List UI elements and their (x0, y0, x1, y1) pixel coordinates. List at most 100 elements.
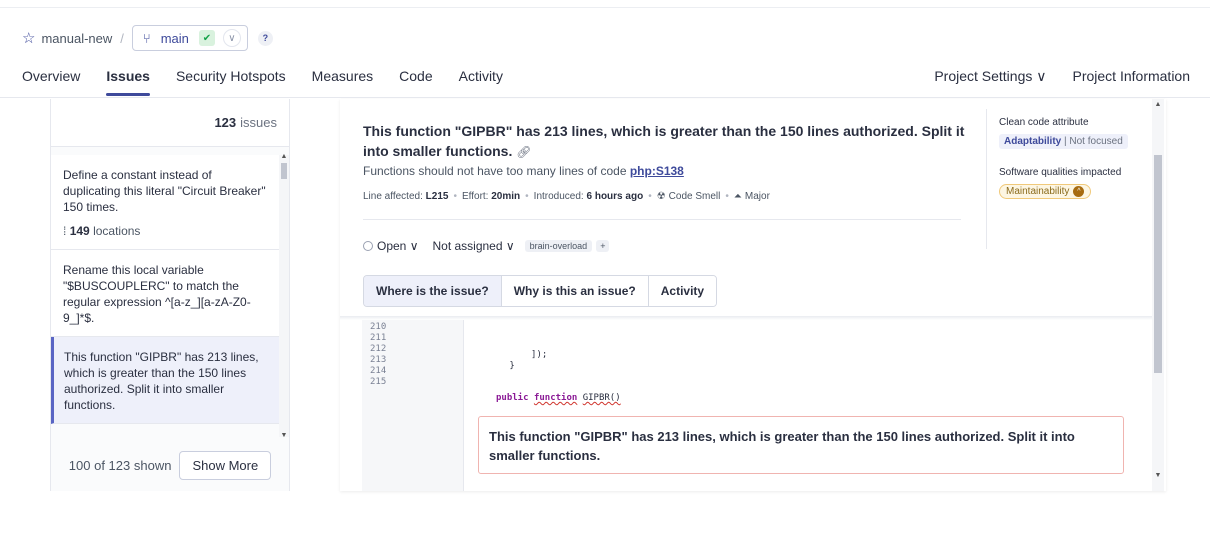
software-quality: Maintainability (1006, 186, 1070, 197)
divider-vertical (986, 109, 987, 249)
meta-separator: • (648, 191, 652, 202)
software-quality-badge[interactable]: Maintainability ^ (999, 184, 1092, 199)
line-number: 214 (370, 366, 387, 376)
detail-scrollbar[interactable]: ▲ ▼ (1152, 99, 1164, 491)
issue-meta: Line affected: L215 • Effort: 20min • In… (363, 191, 770, 202)
issue-message: This function "GIPBR" has 213 lines, whi… (64, 350, 259, 412)
line-value: L215 (425, 191, 449, 202)
chevron-down-icon[interactable]: ∨ (406, 239, 419, 253)
tab-overview[interactable]: Overview (0, 62, 93, 98)
issue-locations[interactable]: ⁞ 149 locations (63, 223, 267, 239)
branch-name: main (160, 30, 189, 46)
add-tag-button[interactable]: + (596, 240, 610, 252)
check-icon: ✔ (198, 30, 215, 46)
locations-icon: ⁞ (63, 224, 67, 238)
issue-title: This function "GIPBR" has 213 lines, whi… (363, 121, 993, 162)
clean-code-attribute-badge[interactable]: Adaptability | Not focused (999, 134, 1128, 149)
introduced-value: 6 hours ago (586, 191, 644, 202)
project-settings-menu[interactable]: Project Settings ∨ (908, 62, 1046, 98)
severity-medium-icon: ^ (1073, 186, 1085, 197)
scroll-thumb[interactable] (281, 163, 287, 179)
branch-selector[interactable]: ⑂ main ✔ ∨ (131, 25, 248, 51)
software-qualities-label: Software qualities impacted (999, 167, 1122, 178)
shown-count: 100 of 123 shown (68, 457, 172, 473)
breadcrumb-separator: / (120, 30, 124, 46)
status-dropdown[interactable]: Open (377, 239, 406, 253)
issue-list-panel: 123 issues Define a constant instead of … (50, 99, 290, 491)
project-nav: Overview Issues Security Hotspots Measur… (0, 62, 1210, 98)
code-viewer: 210 211 212 213 214 215 ]); } public fun… (340, 320, 1152, 491)
issue-severity: Major (744, 191, 770, 202)
issue-list-footer: 100 of 123 shown Show More (51, 439, 289, 491)
issue-message: Rename this local variable "$BUSCOUPLERC… (63, 263, 251, 325)
list-item[interactable]: Rename this local variable "$BUSCOUPLERC… (51, 250, 279, 337)
status-circle-icon (363, 241, 373, 251)
chevron-down-icon[interactable]: ∨ (222, 29, 241, 47)
code-keyword-flagged: function (533, 393, 578, 403)
help-icon[interactable]: ? (257, 30, 273, 46)
assignee-dropdown[interactable]: Not assigned (432, 239, 502, 253)
scroll-down-icon[interactable]: ▼ (1152, 472, 1164, 479)
code-smell-icon: ☢︎ (656, 191, 666, 202)
effort-label: Effort: (461, 191, 489, 202)
scroll-thumb[interactable] (1154, 155, 1162, 373)
star-icon[interactable]: ☆ (22, 29, 35, 47)
issue-count: 123 issues (51, 99, 289, 147)
tab-why-is-this-an-issue[interactable]: Why is this an issue? (501, 276, 649, 306)
code-line: ]); (466, 350, 548, 360)
line-number: 211 (370, 333, 387, 343)
issue-detail-panel: This function "GIPBR" has 213 lines, whi… (340, 99, 1166, 491)
line-label: Line affected: (363, 191, 423, 202)
issue-list-scrollbar[interactable]: ▲ ▼ (279, 153, 289, 439)
introduced-label: Introduced: (533, 191, 584, 202)
issue-message: Define a constant instead of duplicating… (63, 168, 266, 214)
line-number: 210 (370, 322, 387, 332)
tab-security-hotspots[interactable]: Security Hotspots (163, 62, 299, 98)
top-border (0, 0, 1210, 8)
issue-count-suffix: issues (240, 115, 277, 130)
issue-title-text: This function "GIPBR" has 213 lines, whi… (363, 123, 965, 159)
rule-line: Functions should not have too many lines… (363, 164, 684, 178)
line-number: 212 (370, 344, 387, 354)
severity-major-icon: ⏶ (733, 191, 742, 202)
scroll-up-icon[interactable]: ▲ (279, 153, 289, 160)
branch-icon: ⑂ (142, 30, 151, 46)
tab-activity[interactable]: Activity (648, 276, 717, 306)
list-item-selected[interactable]: This function "GIPBR" has 213 lines, whi… (51, 337, 279, 424)
clean-code-focus: Not focused (1069, 136, 1123, 147)
tab-code[interactable]: Code (386, 62, 445, 98)
code-body: ]); } public function GIPBR() This funct… (464, 320, 1144, 491)
show-more-button[interactable]: Show More (179, 450, 272, 480)
permalink-icon[interactable]: 🔗︎ (516, 145, 531, 159)
code-line-215: public function GIPBR() (496, 393, 621, 403)
tab-activity[interactable]: Activity (446, 62, 516, 98)
function-name: GIPBR() (582, 393, 621, 403)
scroll-up-icon[interactable]: ▲ (1152, 101, 1164, 108)
issue-callout: This function "GIPBR" has 213 lines, whi… (478, 416, 1124, 474)
line-number-gutter: 210 211 212 213 214 215 (362, 320, 464, 491)
clean-code-attribute: Adaptability (1004, 136, 1062, 147)
scroll-down-icon[interactable]: ▼ (279, 432, 289, 439)
locations-suffix: locations (93, 224, 141, 238)
issue-type: Code Smell (668, 191, 721, 202)
list-item[interactable]: Define a constant instead of duplicating… (51, 155, 279, 250)
clean-code-label: Clean code attribute (999, 117, 1089, 128)
tab-measures[interactable]: Measures (299, 62, 386, 98)
project-name[interactable]: manual-new (41, 31, 112, 46)
tab-issues[interactable]: Issues (93, 62, 163, 98)
tag-pill[interactable]: brain-overload (524, 240, 593, 252)
effort-value: 20min (491, 191, 521, 202)
divider (363, 219, 961, 220)
code-line: } (466, 361, 515, 371)
chevron-down-icon[interactable]: ∨ (503, 239, 515, 253)
project-information-link[interactable]: Project Information (1047, 62, 1191, 98)
issue-status-row: Open ∨ Not assigned ∨ brain-overload + (363, 239, 610, 253)
rule-description: Functions should not have too many lines… (363, 164, 627, 178)
meta-separator: • (453, 191, 457, 202)
line-number: 215 (370, 377, 387, 387)
tab-where-is-the-issue[interactable]: Where is the issue? (364, 276, 502, 306)
clean-code-panel: Clean code attribute Adaptability | Not … (999, 117, 1149, 199)
issue-count-value: 123 (214, 115, 237, 130)
rule-key-link[interactable]: php:S138 (630, 164, 684, 178)
breadcrumb: ☆ manual-new / ⑂ main ✔ ∨ ? (22, 24, 273, 52)
